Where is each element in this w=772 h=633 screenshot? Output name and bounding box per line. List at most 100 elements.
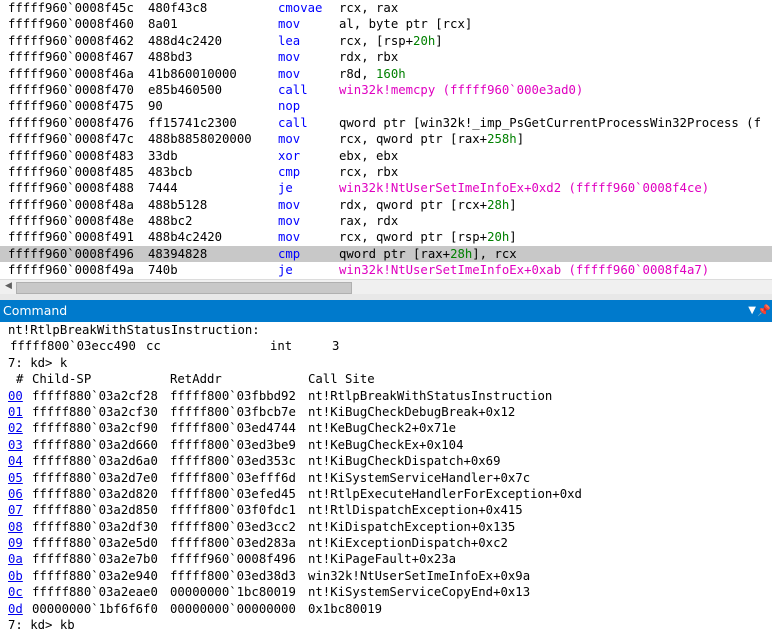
frame-child-sp: fffff880`03a2cf28 <box>32 388 158 403</box>
frame-call-site: nt!KiBugCheckDebugBreak+0x12 <box>308 404 516 419</box>
disasm-line[interactable]: fffff960`0008f483 33db xor ebx, ebx <box>0 148 772 164</box>
instruction-address: fffff960`0008f467 <box>8 50 134 65</box>
frame-call-site: nt!KiSystemServiceCopyEnd+0x13 <box>308 585 531 600</box>
instruction-mnemonic: mov <box>278 17 301 32</box>
command-output[interactable]: nt!RtlpBreakWithStatusInstruction: fffff… <box>0 322 772 633</box>
instruction-operands: rdx, rbx <box>339 50 399 65</box>
instruction-address: fffff960`0008f46a <box>8 66 134 81</box>
instruction-operands: qword ptr [win32k!_imp_PsGetCurrentProce… <box>339 115 761 130</box>
disasm-line[interactable]: fffff960`0008f476 ff15741c2300 call qword p… <box>0 115 772 131</box>
frame-index-link[interactable]: 0d <box>8 601 23 617</box>
instruction-operands: win32k!memcpy (fffff960`000e3ad0) <box>339 82 584 97</box>
frame-index-link[interactable]: 09 <box>8 535 23 551</box>
instruction-mnemonic: lea <box>278 33 301 48</box>
instruction-operands: rdx, qword ptr [rcx+28h] <box>339 197 517 212</box>
instruction-bytes: e85b460500 <box>148 82 223 97</box>
scroll-left-icon[interactable]: ◀ <box>3 281 14 292</box>
instruction-bytes: 483bcb <box>148 164 193 179</box>
instruction-address: fffff960`0008f476 <box>8 115 134 130</box>
scrollbar-thumb[interactable] <box>16 282 352 294</box>
frame-child-sp: fffff880`03a2cf30 <box>32 404 158 419</box>
instruction-address: fffff960`0008f462 <box>8 33 134 48</box>
disasm-line[interactable]: fffff960`0008f48a 488b5128 mov rdx, qword p… <box>0 197 772 213</box>
disasm-line[interactable]: fffff960`0008f48e 488bc2 mov rax, rdx <box>0 213 772 229</box>
instruction-bytes: 90 <box>148 99 163 114</box>
disassembly-view[interactable]: fffff960`0008f45c 480f43c8 cmovae rcx, rax f… <box>0 0 772 280</box>
frame-child-sp: fffff880`03a2d820 <box>32 486 158 501</box>
frame-index-link[interactable]: 0a <box>8 551 23 567</box>
instruction-address: fffff960`0008f48e <box>8 214 134 229</box>
disasm-line-current[interactable]: fffff960`0008f496 48394828 cmp qword ptr [r… <box>0 245 772 263</box>
frame-child-sp: 00000000`1bf6f6f0 <box>32 601 158 616</box>
stack-frame-row: 0b fffff880`03a2e940 fffff800`03ed38d3 win3… <box>6 568 772 584</box>
frame-ret-addr: fffff800`03ed38d3 <box>170 568 296 583</box>
dropdown-icon[interactable]: ▼ <box>748 300 756 322</box>
disasm-line[interactable]: fffff960`0008f46a 41b860010000 mov r8d, 160… <box>0 66 772 82</box>
frame-index-link[interactable]: 0c <box>8 584 23 600</box>
frame-index-link[interactable]: 0b <box>8 568 23 584</box>
frame-call-site: nt!KiPageFault+0x23a <box>308 552 457 567</box>
frame-index-link[interactable]: 04 <box>8 453 23 469</box>
frame-index-link[interactable]: 07 <box>8 502 23 518</box>
frame-child-sp: fffff880`03a2d6a0 <box>32 454 158 469</box>
frame-call-site: nt!KiDispatchException+0x135 <box>308 519 516 534</box>
pin-icon[interactable]: 📌 <box>757 300 771 322</box>
frame-index-link[interactable]: 05 <box>8 470 23 486</box>
instruction-mnemonic: cmovae <box>278 1 323 15</box>
frame-index-link[interactable]: 08 <box>8 519 23 535</box>
frame-call-site: nt!RtlpBreakWithStatusInstruction <box>308 388 553 403</box>
disasm-line[interactable]: fffff960`0008f462 488d4c2420 lea rcx, [rsp+… <box>0 33 772 49</box>
frame-index-link[interactable]: 00 <box>8 388 23 404</box>
frame-ret-addr: fffff800`03ed3be9 <box>170 437 296 452</box>
disasm-line[interactable]: fffff960`0008f460 8a01 mov al, byte ptr [rc… <box>0 16 772 32</box>
frame-index-link[interactable]: 02 <box>8 420 23 436</box>
frame-child-sp: fffff880`03a2d660 <box>32 437 158 452</box>
instruction-operands: win32k!NtUserSetImeInfoEx+0xd2 (fffff960… <box>339 181 710 196</box>
instruction-mnemonic: cmp <box>278 164 301 179</box>
disasm-line[interactable]: fffff960`0008f49a 740b je win32k!NtUserSetI… <box>0 262 772 278</box>
instruction-operands: rcx, rbx <box>339 164 399 179</box>
instruction-operands: rcx, qword ptr [rsp+20h] <box>339 230 517 245</box>
instruction-mnemonic: xor <box>278 148 301 163</box>
disasm-line[interactable]: fffff960`0008f470 e85b460500 call win32k!me… <box>0 82 772 98</box>
stack-frame-row: 00 fffff880`03a2cf28 fffff800`03fbbd92 nt!R… <box>6 388 772 404</box>
instruction-bytes: 8a01 <box>148 17 178 32</box>
stack-frame-row: 07 fffff880`03a2d850 fffff800`03f0fdc1 nt!R… <box>6 502 772 518</box>
last-prompt[interactable]: 7: kd> kb <box>6 617 772 633</box>
instruction-mnemonic: call <box>278 82 308 97</box>
instruction-bytes: 48394828 <box>148 246 208 261</box>
frame-call-site: nt!RtlDispatchException+0x415 <box>308 503 523 518</box>
instruction-operands: ebx, ebx <box>339 148 399 163</box>
frame-child-sp: fffff880`03a2e7b0 <box>32 552 158 567</box>
stack-header: # Child-SP RetAddr Call Site <box>6 371 772 387</box>
command-window-title: Command <box>3 303 68 318</box>
command-window-titlebar: Command ▼ 📌 <box>0 300 772 322</box>
instruction-address: fffff960`0008f496 <box>8 246 134 261</box>
disasm-line[interactable]: fffff960`0008f485 483bcb cmp rcx, rbx <box>0 164 772 180</box>
frame-child-sp: fffff880`03a2eae0 <box>32 585 158 600</box>
stack-frame-row: 04 fffff880`03a2d6a0 fffff800`03ed353c nt!K… <box>6 453 772 469</box>
instruction-mnemonic: nop <box>278 99 301 114</box>
instruction-address: fffff960`0008f483 <box>8 148 134 163</box>
horizontal-scrollbar[interactable]: ◀ <box>0 279 772 295</box>
frame-child-sp: fffff880`03a2df30 <box>32 519 158 534</box>
stack-frames: 00 fffff880`03a2cf28 fffff800`03fbbd92 nt!R… <box>0 388 772 617</box>
disasm-line[interactable]: fffff960`0008f488 7444 je win32k!NtUserSetI… <box>0 180 772 196</box>
header-number: # <box>16 372 24 387</box>
frame-ret-addr: fffff800`03fbcb7e <box>170 404 296 419</box>
instruction-bytes: 480f43c8 <box>148 1 208 15</box>
stack-frame-row: 05 fffff880`03a2d7e0 fffff800`03efff6d nt!K… <box>6 470 772 486</box>
disasm-line[interactable]: fffff960`0008f467 488bd3 mov rdx, rbx <box>0 49 772 65</box>
frame-index-link[interactable]: 03 <box>8 437 23 453</box>
frame-index-link[interactable]: 06 <box>8 486 23 502</box>
disasm-line[interactable]: fffff960`0008f47c 488b8858020000 mov rcx, q… <box>0 131 772 147</box>
breakpoint-address: fffff800`03ecc490 <box>10 339 136 354</box>
frame-index-link[interactable]: 01 <box>8 404 23 420</box>
stack-frame-row: 03 fffff880`03a2d660 fffff800`03ed3be9 nt!K… <box>6 437 772 453</box>
frame-ret-addr: fffff800`03ed353c <box>170 454 296 469</box>
frame-ret-addr: fffff800`03ed4744 <box>170 421 296 436</box>
disasm-line[interactable]: fffff960`0008f491 488b4c2420 mov rcx, qword… <box>0 229 772 245</box>
disasm-line[interactable]: fffff960`0008f45c 480f43c8 cmovae rcx, rax <box>0 0 772 16</box>
instruction-address: fffff960`0008f49a <box>8 263 134 278</box>
disasm-line[interactable]: fffff960`0008f475 90 nop <box>0 98 772 114</box>
